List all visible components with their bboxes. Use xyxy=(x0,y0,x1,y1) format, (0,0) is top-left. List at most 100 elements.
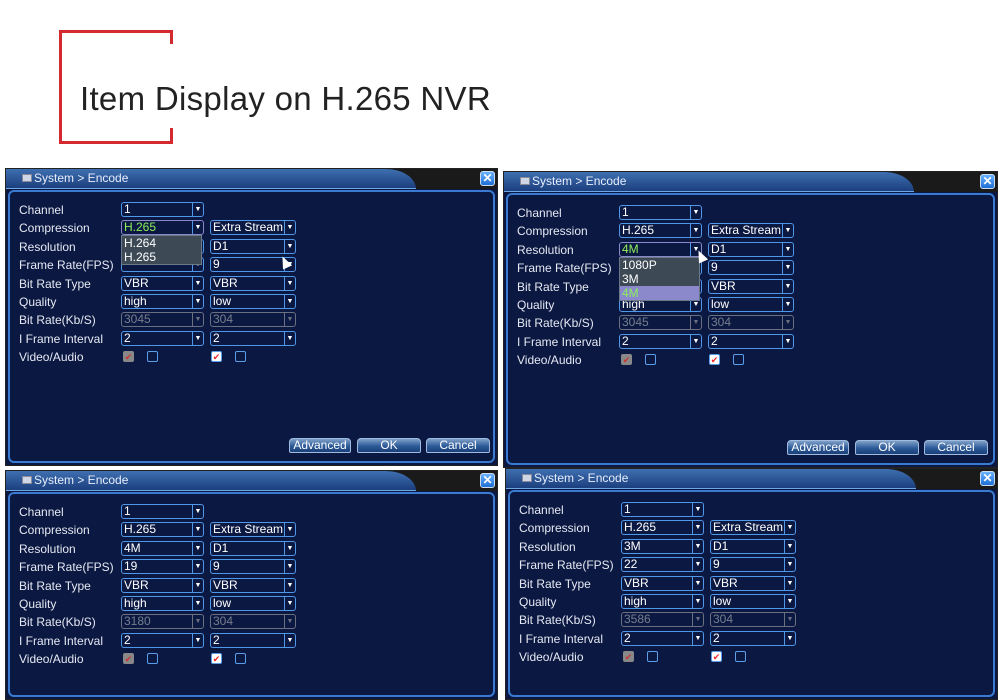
advanced-button[interactable]: Advanced xyxy=(289,438,351,453)
close-icon[interactable]: ✕ xyxy=(480,171,495,186)
bit-rate-type-extra-select[interactable]: VBR ▼ xyxy=(210,577,296,593)
chevron-down-icon[interactable]: ▼ xyxy=(192,578,203,592)
chevron-down-icon[interactable]: ▼ xyxy=(192,597,203,610)
chevron-down-icon[interactable]: ▼ xyxy=(690,334,701,348)
chevron-down-icon[interactable]: ▼ xyxy=(782,261,793,275)
chevron-down-icon[interactable]: ▼ xyxy=(192,633,203,647)
chevron-down-icon[interactable]: ▼ xyxy=(690,224,701,238)
frame-rate-main-select[interactable]: 22 ▼ xyxy=(621,557,704,573)
ok-button[interactable]: OK xyxy=(357,438,421,453)
chevron-down-icon[interactable]: ▼ xyxy=(192,276,203,290)
chevron-down-icon[interactable]: ▼ xyxy=(284,578,295,592)
bit-rate-type-extra-select[interactable]: VBR ▼ xyxy=(210,275,296,291)
chevron-down-icon[interactable]: ▼ xyxy=(192,541,203,555)
chevron-down-icon[interactable]: ▼ xyxy=(784,576,795,590)
quality-main-select[interactable]: high ▼ xyxy=(121,596,204,611)
compression-extra-select[interactable]: Extra Stream ▼ xyxy=(710,520,796,536)
chevron-down-icon[interactable]: ▼ xyxy=(284,331,295,345)
chevron-down-icon[interactable]: ▼ xyxy=(784,539,795,553)
resolution-main-select[interactable]: 3M ▼ xyxy=(621,538,704,554)
advanced-button[interactable]: Advanced xyxy=(787,440,849,455)
chevron-down-icon[interactable]: ▼ xyxy=(284,295,295,308)
frame-rate-extra-select[interactable]: 9 ▼ xyxy=(710,557,796,573)
bit-rate-type-extra-select[interactable]: VBR ▼ xyxy=(708,278,794,294)
audio-main-checkbox[interactable] xyxy=(645,354,656,366)
channel-select[interactable]: 1 ▼ xyxy=(619,205,702,220)
chevron-down-icon[interactable]: ▼ xyxy=(284,221,295,235)
channel-select[interactable]: 1 ▼ xyxy=(121,202,204,217)
i-frame-main-select[interactable]: 2 ▼ xyxy=(619,333,702,349)
chevron-down-icon[interactable]: ▼ xyxy=(692,576,703,590)
chevron-down-icon[interactable]: ▼ xyxy=(192,505,203,518)
chevron-down-icon[interactable]: ▼ xyxy=(192,221,203,235)
video-extra-checkbox[interactable]: ✔ xyxy=(211,653,222,665)
compression-main-select[interactable]: H.265 ▼ xyxy=(619,223,702,239)
frame-rate-extra-select[interactable]: 9 ▼ xyxy=(708,260,794,276)
quality-extra-select[interactable]: low ▼ xyxy=(210,596,296,611)
chevron-down-icon[interactable]: ▼ xyxy=(284,597,295,610)
chevron-down-icon[interactable]: ▼ xyxy=(692,631,703,645)
quality-extra-select[interactable]: low ▼ xyxy=(708,297,794,312)
dropdown-option[interactable]: 3M xyxy=(620,272,699,286)
quality-main-select[interactable]: high ▼ xyxy=(121,294,204,309)
video-extra-checkbox[interactable]: ✔ xyxy=(709,354,720,366)
audio-extra-checkbox[interactable] xyxy=(235,653,246,665)
frame-rate-main-select[interactable]: 19 ▼ xyxy=(121,559,204,575)
dropdown-option[interactable]: 4M xyxy=(620,285,699,300)
compression-extra-select[interactable]: Extra Stream ▼ xyxy=(210,220,296,236)
chevron-down-icon[interactable]: ▼ xyxy=(782,242,793,256)
frame-rate-extra-select[interactable]: 9 ▼ xyxy=(210,559,296,575)
resolution-extra-select[interactable]: D1 ▼ xyxy=(708,241,794,257)
audio-extra-checkbox[interactable] xyxy=(235,351,246,363)
i-frame-extra-select[interactable]: 2 ▼ xyxy=(210,330,296,346)
chevron-down-icon[interactable]: ▼ xyxy=(284,239,295,253)
chevron-down-icon[interactable]: ▼ xyxy=(692,558,703,572)
audio-main-checkbox[interactable] xyxy=(647,651,658,663)
i-frame-main-select[interactable]: 2 ▼ xyxy=(121,330,204,346)
chevron-down-icon[interactable]: ▼ xyxy=(782,298,793,311)
audio-extra-checkbox[interactable] xyxy=(733,354,744,366)
close-icon[interactable]: ✕ xyxy=(980,174,995,189)
resolution-extra-select[interactable]: D1 ▼ xyxy=(710,538,796,554)
chevron-down-icon[interactable]: ▼ xyxy=(284,633,295,647)
close-icon[interactable]: ✕ xyxy=(980,471,995,486)
i-frame-extra-select[interactable]: 2 ▼ xyxy=(710,630,796,646)
bit-rate-type-main-select[interactable]: VBR ▼ xyxy=(121,577,204,593)
chevron-down-icon[interactable]: ▼ xyxy=(782,334,793,348)
resolution-extra-select[interactable]: D1 ▼ xyxy=(210,540,296,556)
i-frame-extra-select[interactable]: 2 ▼ xyxy=(210,632,296,648)
video-extra-checkbox[interactable]: ✔ xyxy=(711,651,722,663)
quality-extra-select[interactable]: low ▼ xyxy=(710,594,796,609)
bit-rate-type-extra-select[interactable]: VBR ▼ xyxy=(710,575,796,591)
chevron-down-icon[interactable]: ▼ xyxy=(784,521,795,535)
chevron-down-icon[interactable]: ▼ xyxy=(782,224,793,238)
chevron-down-icon[interactable]: ▼ xyxy=(192,203,203,216)
dropdown-option[interactable]: 1080P xyxy=(620,258,699,272)
close-icon[interactable]: ✕ xyxy=(480,473,495,488)
compression-extra-select[interactable]: Extra Stream ▼ xyxy=(708,223,794,239)
quality-main-select[interactable]: high ▼ xyxy=(621,594,704,609)
bit-rate-type-main-select[interactable]: VBR ▼ xyxy=(621,575,704,591)
chevron-down-icon[interactable]: ▼ xyxy=(692,595,703,608)
bit-rate-type-main-select[interactable]: VBR ▼ xyxy=(121,275,204,291)
channel-select[interactable]: 1 ▼ xyxy=(121,504,204,519)
compression-extra-select[interactable]: Extra Stream ▼ xyxy=(210,522,296,538)
cancel-button[interactable]: Cancel xyxy=(426,438,490,453)
chevron-down-icon[interactable]: ▼ xyxy=(692,539,703,553)
compression-main-select[interactable]: H.265 ▼ xyxy=(621,520,704,536)
dropdown-option[interactable]: H.264 xyxy=(122,236,201,250)
chevron-down-icon[interactable]: ▼ xyxy=(782,279,793,293)
audio-main-checkbox[interactable] xyxy=(147,351,158,363)
i-frame-main-select[interactable]: 2 ▼ xyxy=(621,630,704,646)
chevron-down-icon[interactable]: ▼ xyxy=(690,206,701,219)
audio-main-checkbox[interactable] xyxy=(147,653,158,665)
chevron-down-icon[interactable]: ▼ xyxy=(284,276,295,290)
chevron-down-icon[interactable]: ▼ xyxy=(784,595,795,608)
ok-button[interactable]: OK xyxy=(855,440,919,455)
chevron-down-icon[interactable]: ▼ xyxy=(192,560,203,574)
i-frame-main-select[interactable]: 2 ▼ xyxy=(121,632,204,648)
chevron-down-icon[interactable]: ▼ xyxy=(284,523,295,537)
channel-select[interactable]: 1 ▼ xyxy=(621,502,704,517)
dropdown-option[interactable]: H.265 xyxy=(122,250,201,264)
resolution-main-select[interactable]: 4M ▼ xyxy=(619,241,702,257)
